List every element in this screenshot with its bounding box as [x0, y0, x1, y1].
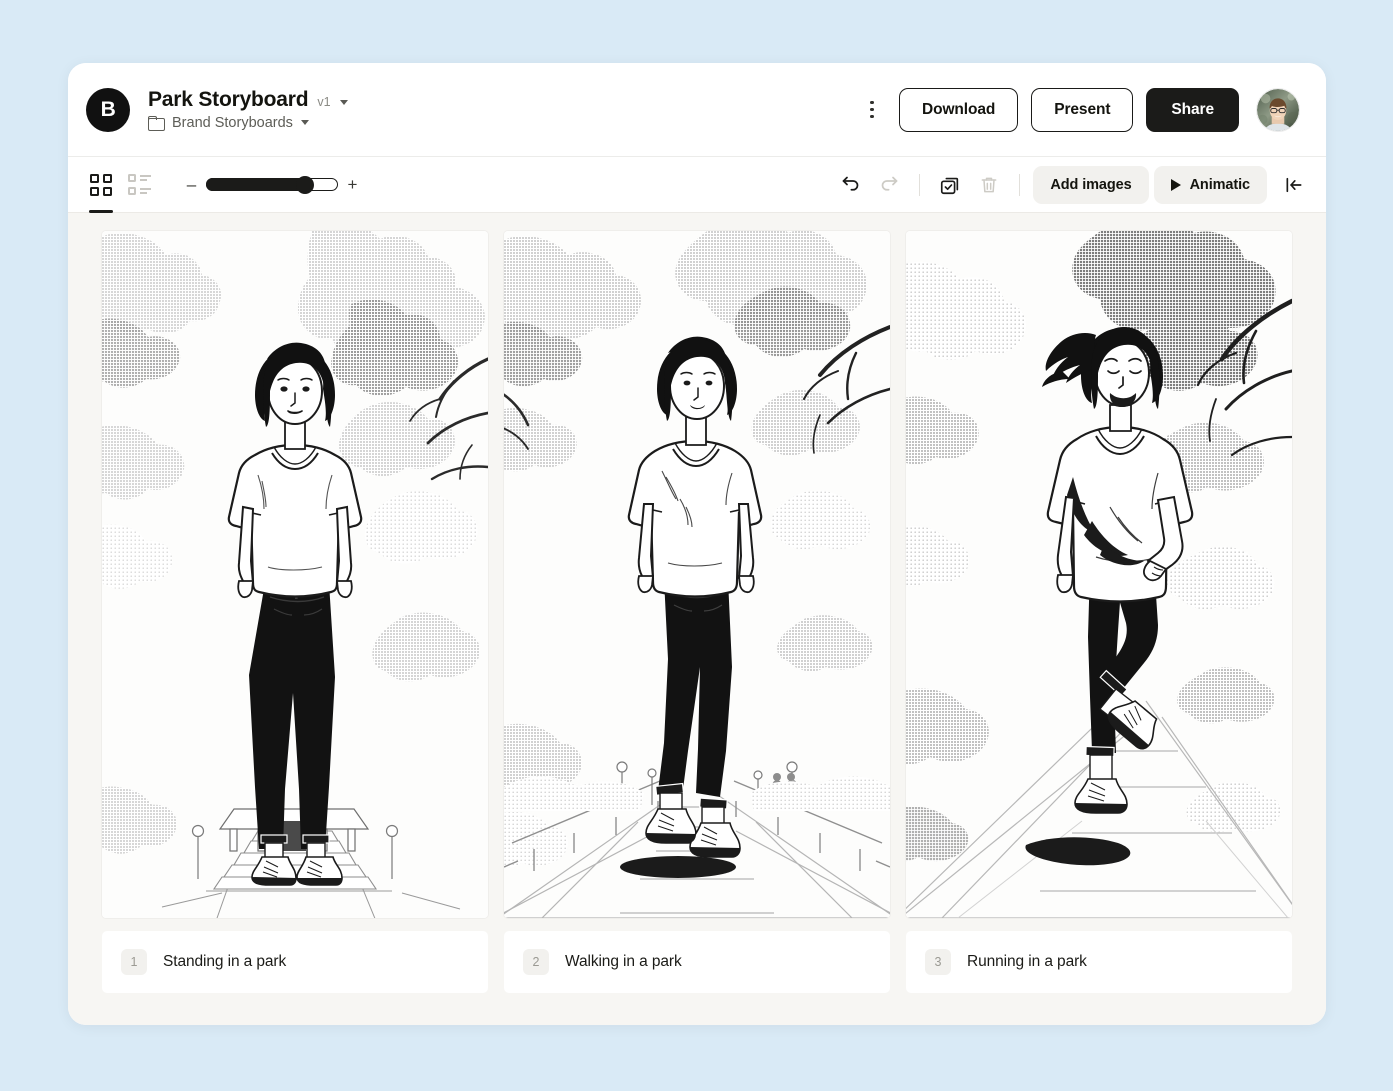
play-icon	[1170, 178, 1181, 191]
frame-caption[interactable]: 2 Walking in a park	[504, 931, 890, 993]
frame-caption[interactable]: 1 Standing in a park	[102, 931, 488, 993]
zoom-control: – +	[186, 175, 358, 194]
storyboard-frame: 1 Standing in a park	[102, 231, 488, 1025]
illustration-running	[906, 231, 1292, 918]
frame-caption[interactable]: 3 Running in a park	[906, 931, 1292, 993]
version-label: v1	[317, 95, 331, 109]
animatic-label: Animatic	[1189, 176, 1251, 193]
app-header: B Park Storyboard v1 Brand Storyboards D…	[68, 63, 1326, 157]
undo-icon[interactable]	[833, 168, 867, 202]
frame-caption-text[interactable]: Running in a park	[967, 953, 1087, 971]
illustration-standing	[102, 231, 488, 918]
grid-view-glyph	[90, 173, 112, 196]
present-button[interactable]: Present	[1031, 87, 1134, 132]
frame-number: 2	[523, 949, 549, 975]
frame-number: 1	[121, 949, 147, 975]
zoom-slider[interactable]	[206, 175, 338, 194]
toolbar-right-group: Add images Animatic	[833, 165, 1308, 204]
illustration-walking	[504, 231, 890, 918]
avatar-image	[1257, 88, 1299, 131]
redo-icon	[872, 168, 906, 202]
frame-image-running[interactable]	[906, 231, 1292, 918]
list-view-icon[interactable]	[120, 165, 158, 205]
toolbar-divider	[919, 173, 921, 196]
zoom-out-button[interactable]: –	[186, 176, 197, 193]
avatar[interactable]	[1256, 87, 1300, 132]
toolbar-divider-2	[1019, 173, 1021, 196]
animatic-button[interactable]: Animatic	[1153, 165, 1267, 204]
editor-toolbar: – + Add images Animatic	[68, 157, 1326, 213]
title-row: Park Storyboard v1	[148, 88, 348, 112]
storyboard-frame: 3 Running in a park	[906, 231, 1292, 1025]
frame-caption-text[interactable]: Walking in a park	[565, 953, 682, 971]
zoom-in-button[interactable]: +	[347, 176, 358, 193]
add-images-button[interactable]: Add images	[1033, 165, 1149, 204]
breadcrumb[interactable]: Brand Storyboards	[148, 115, 348, 131]
version-chevron-down-icon[interactable]	[339, 100, 348, 105]
breadcrumb-chevron-down-icon[interactable]	[300, 119, 309, 125]
list-view-glyph	[127, 174, 151, 195]
zoom-slider-handle[interactable]	[295, 175, 314, 194]
frame-number: 3	[925, 949, 951, 975]
page-title[interactable]: Park Storyboard	[148, 88, 309, 112]
add-images-label: Add images	[1050, 176, 1132, 193]
share-button[interactable]: Share	[1146, 87, 1239, 132]
storyboard-canvas: 1 Standing in a park 2 Walking in a park…	[68, 213, 1326, 1025]
frame-image-walking[interactable]	[504, 231, 890, 918]
frame-image-standing[interactable]	[102, 231, 488, 918]
app-logo[interactable]: B	[86, 87, 130, 132]
app-window: B Park Storyboard v1 Brand Storyboards D…	[68, 63, 1326, 1025]
zoom-slider-fill	[206, 178, 304, 191]
header-actions: Download Present Share	[861, 87, 1300, 132]
app-logo-letter: B	[100, 98, 116, 121]
frame-caption-text[interactable]: Standing in a park	[163, 953, 286, 971]
storyboard-frame: 2 Walking in a park	[504, 231, 890, 1025]
more-vertical-icon[interactable]	[861, 95, 883, 125]
select-all-icon[interactable]	[933, 168, 967, 202]
download-button[interactable]: Download	[898, 87, 1019, 132]
breadcrumb-folder-label: Brand Storyboards	[172, 115, 293, 131]
collapse-panel-left-icon[interactable]	[1280, 168, 1308, 202]
title-block: Park Storyboard v1 Brand Storyboards	[148, 88, 348, 131]
grid-view-icon[interactable]	[82, 165, 120, 213]
folder-icon	[148, 116, 165, 131]
trash-icon	[972, 168, 1006, 202]
